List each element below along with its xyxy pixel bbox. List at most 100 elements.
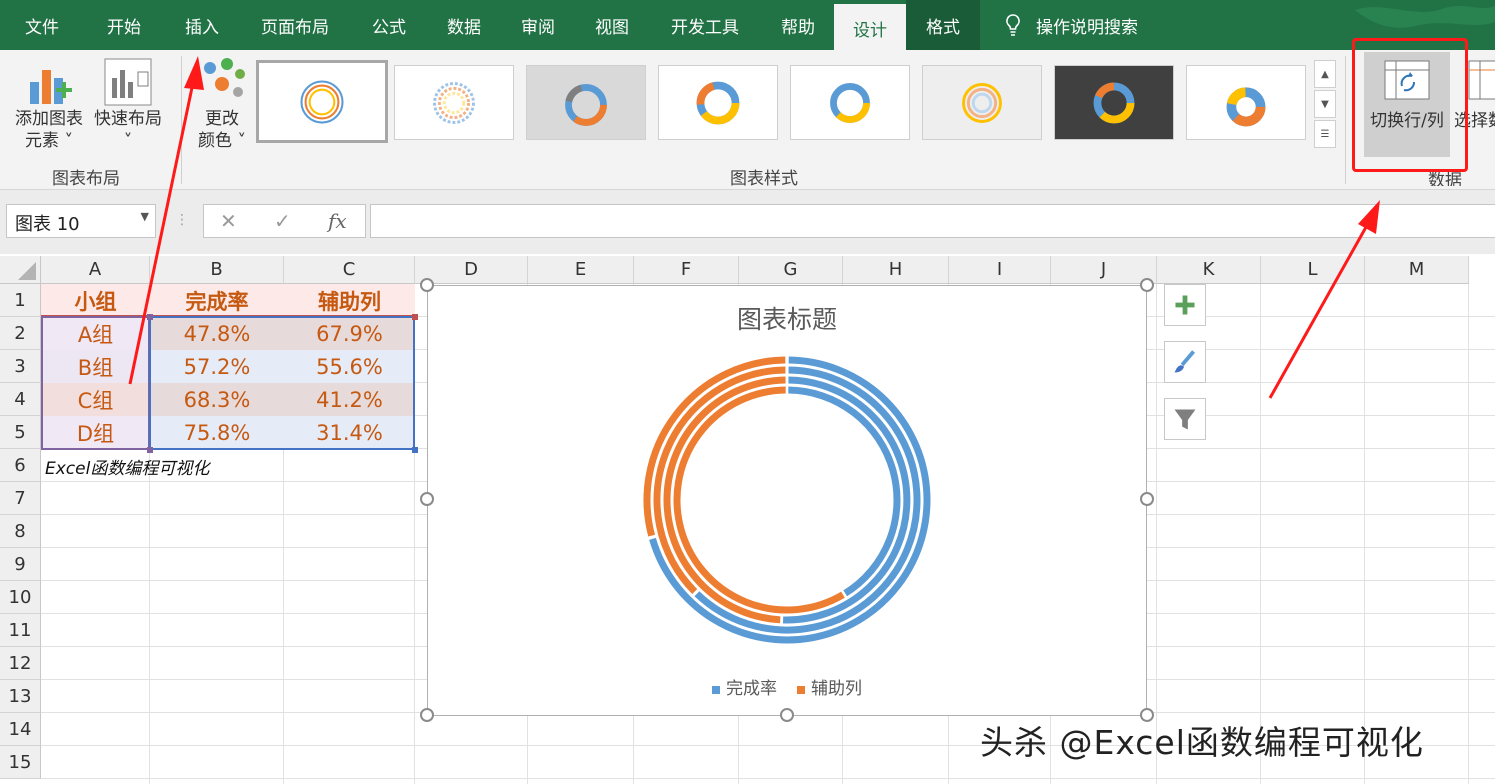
table-cell[interactable]: C组 bbox=[41, 383, 150, 416]
column-header-h[interactable]: H bbox=[843, 256, 949, 284]
chart-style-preview bbox=[696, 81, 740, 125]
drag-handle-icon[interactable]: ⋮ bbox=[175, 212, 189, 228]
column-header-a[interactable]: A bbox=[41, 256, 150, 284]
table-cell[interactable]: A组 bbox=[41, 317, 150, 350]
table-cell[interactable]: 75.8% bbox=[150, 416, 284, 449]
column-header-c[interactable]: C bbox=[284, 256, 415, 284]
chart-style-3[interactable] bbox=[526, 65, 646, 140]
quick-layout-button[interactable]: 快速布局 ˅ bbox=[90, 58, 166, 158]
table-header-cell[interactable]: 辅助列 bbox=[284, 284, 415, 317]
tab-formulas[interactable]: 公式 bbox=[350, 0, 428, 50]
chart-style-preview bbox=[1226, 87, 1266, 127]
tab-view[interactable]: 视图 bbox=[576, 0, 648, 50]
quick-layout-icon bbox=[104, 58, 152, 106]
table-cell[interactable]: D组 bbox=[41, 416, 150, 449]
doughnut-plot bbox=[643, 356, 931, 644]
chart-style-6[interactable] bbox=[922, 65, 1042, 140]
tab-review[interactable]: 审阅 bbox=[500, 0, 576, 50]
row-header-1[interactable]: 1 bbox=[0, 284, 41, 317]
tab-format[interactable]: 格式 bbox=[906, 0, 980, 50]
chart-style-4[interactable] bbox=[658, 65, 778, 140]
quick-layout-dropdown-icon: ˅ bbox=[123, 131, 133, 151]
table-cell[interactable]: 47.8% bbox=[150, 317, 284, 350]
column-header-l[interactable]: L bbox=[1261, 256, 1365, 284]
row-header-11[interactable]: 11 bbox=[0, 614, 41, 647]
row-header-12[interactable]: 12 bbox=[0, 647, 41, 680]
resize-handle[interactable] bbox=[1140, 278, 1154, 292]
chart-styles-button[interactable] bbox=[1164, 341, 1206, 383]
legend-item-series-2: 辅助列 bbox=[797, 674, 862, 699]
resize-handle[interactable] bbox=[1140, 492, 1154, 506]
table-cell[interactable]: 55.6% bbox=[284, 350, 415, 383]
add-chart-element-button[interactable]: 添加图表 元素 ˅ bbox=[10, 58, 88, 158]
chart-style-preview bbox=[300, 80, 344, 124]
row-header-13[interactable]: 13 bbox=[0, 680, 41, 713]
doughnut-chart[interactable]: 图表标题 完成率 辅助列 bbox=[427, 285, 1147, 716]
tell-me-search[interactable]: 操作说明搜索 bbox=[1004, 0, 1138, 50]
chart-style-7[interactable] bbox=[1054, 65, 1174, 140]
column-header-k[interactable]: K bbox=[1157, 256, 1261, 284]
tab-file[interactable]: 文件 bbox=[0, 0, 84, 50]
table-cell[interactable]: 31.4% bbox=[284, 416, 415, 449]
chart-style-2[interactable] bbox=[394, 65, 514, 140]
cancel-icon[interactable]: ✕ bbox=[220, 209, 237, 233]
doughnut-segment-1-series-2[interactable] bbox=[673, 386, 845, 614]
select-all-icon bbox=[18, 262, 36, 280]
row-header-2[interactable]: 2 bbox=[0, 317, 41, 350]
row-header-10[interactable]: 10 bbox=[0, 581, 41, 614]
chart-style-1[interactable] bbox=[256, 60, 388, 143]
column-header-b[interactable]: B bbox=[150, 256, 284, 284]
resize-handle[interactable] bbox=[420, 492, 434, 506]
table-cell[interactable]: 57.2% bbox=[150, 350, 284, 383]
chart-elements-button[interactable] bbox=[1164, 284, 1206, 326]
row-header-5[interactable]: 5 bbox=[0, 416, 41, 449]
tab-insert[interactable]: 插入 bbox=[164, 0, 240, 50]
tab-home[interactable]: 开始 bbox=[84, 0, 164, 50]
legend-item-series-1: 完成率 bbox=[712, 674, 777, 699]
table-cell[interactable]: 67.9% bbox=[284, 317, 415, 350]
formula-input[interactable] bbox=[370, 204, 1495, 238]
chart-style-8[interactable] bbox=[1186, 65, 1306, 140]
insert-function-icon[interactable]: fx bbox=[328, 209, 347, 233]
row-header-4[interactable]: 4 bbox=[0, 383, 41, 416]
row-header-8[interactable]: 8 bbox=[0, 515, 41, 548]
table-header-cell[interactable]: 完成率 bbox=[150, 284, 284, 317]
row-header-7[interactable]: 7 bbox=[0, 482, 41, 515]
table-cell[interactable]: B组 bbox=[41, 350, 150, 383]
chevron-down-icon[interactable]: ▼ bbox=[141, 210, 149, 223]
row-header-9[interactable]: 9 bbox=[0, 548, 41, 581]
row-header-15[interactable]: 15 bbox=[0, 746, 41, 779]
chart-filters-button[interactable] bbox=[1164, 398, 1206, 440]
resize-handle[interactable] bbox=[420, 708, 434, 722]
chart-style-5[interactable] bbox=[790, 65, 910, 140]
column-header-f[interactable]: F bbox=[634, 256, 739, 284]
table-header-cell[interactable]: 小组 bbox=[41, 284, 150, 317]
select-all-corner[interactable] bbox=[0, 256, 41, 284]
gallery-scroll-down[interactable]: ▼ bbox=[1314, 90, 1336, 118]
resize-handle[interactable] bbox=[420, 278, 434, 292]
gallery-scroll-up[interactable]: ▲ bbox=[1314, 60, 1336, 88]
change-colors-button[interactable]: 更改 颜色 ˅ bbox=[190, 58, 254, 158]
row-header-14[interactable]: 14 bbox=[0, 713, 41, 746]
tab-data[interactable]: 数据 bbox=[428, 0, 500, 50]
cell-a6-note[interactable]: Excel函数编程可视化 bbox=[45, 454, 209, 479]
table-cell[interactable]: 41.2% bbox=[284, 383, 415, 416]
tab-design[interactable]: 设计 bbox=[834, 4, 906, 50]
chart-legend[interactable]: 完成率 辅助列 bbox=[428, 674, 1146, 699]
tab-developer[interactable]: 开发工具 bbox=[648, 0, 762, 50]
row-header-3[interactable]: 3 bbox=[0, 350, 41, 383]
tab-page-layout[interactable]: 页面布局 bbox=[240, 0, 350, 50]
gallery-more[interactable]: ☰ bbox=[1314, 120, 1336, 148]
doughnut-segment-4-series-1[interactable] bbox=[649, 356, 931, 644]
table-cell[interactable]: 68.3% bbox=[150, 383, 284, 416]
tab-help[interactable]: 帮助 bbox=[762, 0, 834, 50]
resize-handle[interactable] bbox=[780, 708, 794, 722]
column-header-m[interactable]: M bbox=[1365, 256, 1469, 284]
column-header-i[interactable]: I bbox=[949, 256, 1051, 284]
column-header-e[interactable]: E bbox=[528, 256, 634, 284]
column-header-g[interactable]: G bbox=[739, 256, 843, 284]
confirm-icon[interactable]: ✓ bbox=[274, 209, 291, 233]
name-box[interactable]: 图表 10 ▼ bbox=[6, 204, 156, 238]
chart-style-preview bbox=[565, 84, 607, 126]
row-header-6[interactable]: 6 bbox=[0, 449, 41, 482]
